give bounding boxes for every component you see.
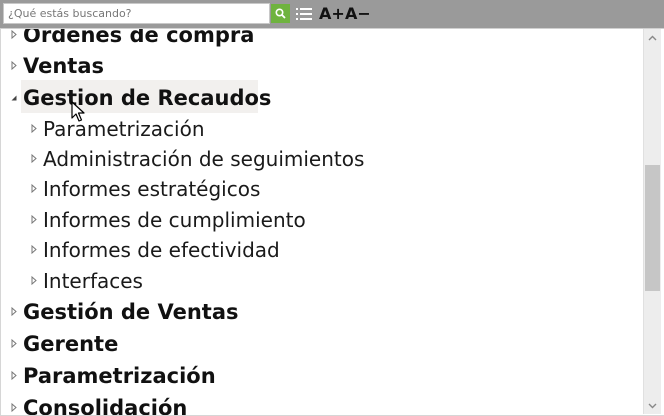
collapsed-arrow-icon[interactable] bbox=[30, 235, 38, 269]
scroll-up-button[interactable] bbox=[644, 29, 661, 46]
search-button[interactable] bbox=[271, 4, 290, 23]
tree-node-label: Informes de cumplimiento bbox=[43, 208, 306, 232]
collapsed-arrow-icon[interactable] bbox=[30, 114, 38, 148]
collapsed-arrow-icon[interactable] bbox=[10, 51, 18, 85]
tree-node-label: Gerente bbox=[23, 332, 119, 356]
vertical-scrollbar[interactable] bbox=[643, 29, 661, 414]
collapsed-arrow-icon[interactable] bbox=[30, 266, 38, 300]
tree-node-label: Administración de seguimientos bbox=[43, 147, 365, 171]
increase-font-button[interactable]: A+ bbox=[319, 3, 345, 25]
tree-node-label: Parametrización bbox=[43, 117, 205, 141]
tree-node-label: Informes estratégicos bbox=[43, 177, 261, 201]
collapsed-arrow-icon[interactable] bbox=[30, 144, 38, 178]
tree-panel: Órdenes de compra Ventas Gestion de Recaud… bbox=[0, 28, 664, 416]
collapsed-arrow-icon[interactable] bbox=[10, 361, 18, 395]
collapsed-arrow-icon[interactable] bbox=[10, 329, 18, 363]
expanded-arrow-icon[interactable] bbox=[10, 83, 18, 117]
collapsed-arrow-icon[interactable] bbox=[10, 297, 18, 331]
tree-node-label: Parametrización bbox=[23, 364, 216, 388]
collapsed-arrow-icon[interactable] bbox=[10, 393, 18, 415]
mouse-cursor-icon bbox=[71, 101, 85, 122]
search-icon bbox=[275, 8, 286, 19]
tree-node-label: Interfaces bbox=[43, 269, 143, 293]
collapsed-arrow-icon[interactable] bbox=[30, 205, 38, 239]
tree-node-label: Consolidación bbox=[23, 396, 188, 416]
list-view-icon[interactable] bbox=[295, 6, 313, 22]
search-input[interactable] bbox=[3, 3, 270, 24]
chevron-down-icon bbox=[648, 403, 657, 408]
scroll-down-button[interactable] bbox=[644, 397, 661, 414]
tree-node-label: Informes de efectividad bbox=[43, 238, 280, 262]
tree-node-label: Gestión de Ventas bbox=[23, 300, 239, 324]
chevron-up-icon bbox=[648, 35, 657, 40]
decrease-font-button[interactable]: A− bbox=[345, 3, 371, 25]
scroll-thumb[interactable] bbox=[645, 165, 660, 291]
toolbar: A+ A− bbox=[0, 0, 664, 28]
collapsed-arrow-icon[interactable] bbox=[30, 174, 38, 208]
tree-node-label: Ventas bbox=[23, 54, 105, 78]
tree-node-label: Órdenes de compra bbox=[23, 28, 255, 47]
tree-node-label: Gestion de Recaudos bbox=[23, 86, 272, 110]
